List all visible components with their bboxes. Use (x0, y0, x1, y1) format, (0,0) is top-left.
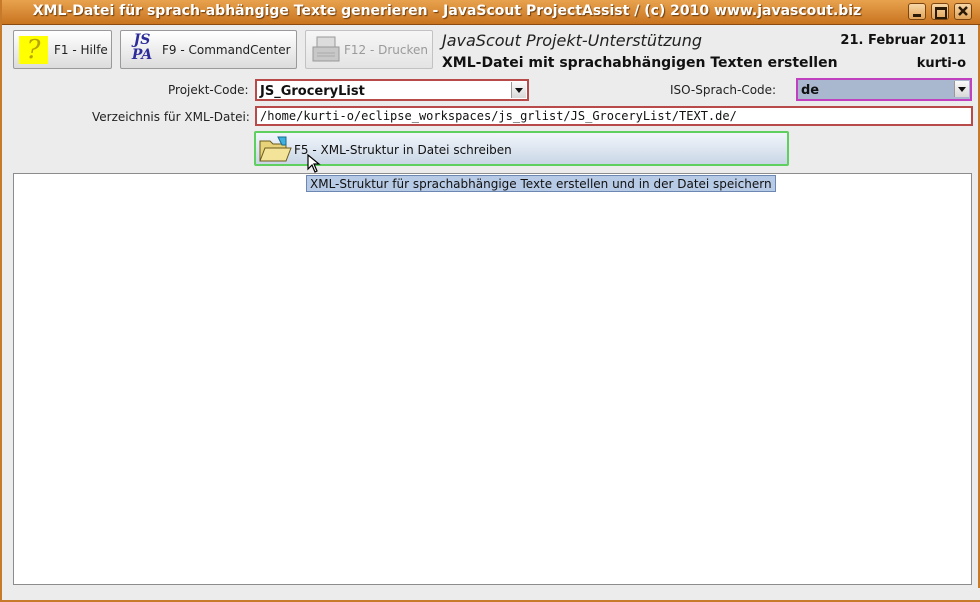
chevron-down-icon[interactable] (511, 82, 526, 98)
date-label: 21. Februar 2011 (840, 33, 966, 48)
project-code-combobox[interactable]: JS_GroceryList (255, 79, 529, 101)
jspa-logo-bottom: PA (131, 47, 153, 63)
commandcenter-button-label: F9 - CommandCenter (162, 43, 291, 57)
output-text-area[interactable] (13, 173, 972, 585)
commandcenter-button[interactable]: JS PA F9 - CommandCenter (120, 30, 297, 69)
printer-icon (312, 36, 340, 62)
write-xml-button[interactable]: F5 - XML-Struktur in Datei schreiben (254, 131, 789, 166)
print-button-label: F12 - Drucken (344, 43, 429, 57)
page-title: XML-Datei mit sprachabhängigen Texten er… (442, 55, 838, 71)
write-xml-tooltip: XML-Struktur für sprachabhängige Texte e… (306, 175, 776, 192)
write-xml-button-label: F5 - XML-Struktur in Datei schreiben (294, 143, 512, 157)
jspa-logo-top: JS (133, 32, 151, 48)
folder-icon (259, 136, 292, 162)
help-button-label: F1 - Hilfe (54, 43, 108, 57)
iso-code-combobox[interactable]: de (796, 78, 972, 101)
title-bar[interactable]: XML-Datei für sprach-abhängige Texte gen… (2, 0, 980, 25)
jspa-logo-icon: JS PA (127, 33, 157, 67)
help-button[interactable]: ? F1 - Hilfe (13, 30, 112, 69)
window-title: XML-Datei für sprach-abhängige Texte gen… (32, 3, 862, 19)
help-icon: ? (19, 36, 48, 64)
chevron-down-icon[interactable] (954, 81, 969, 97)
project-code-value: JS_GroceryList (260, 84, 365, 99)
print-button[interactable]: F12 - Drucken (305, 30, 433, 69)
project-code-label: Projekt-Code: (168, 83, 249, 97)
iso-code-value: de (801, 83, 820, 98)
minimize-icon (913, 14, 921, 17)
application-window: XML-Datei für sprach-abhängige Texte gen… (0, 0, 980, 602)
maximize-icon (935, 7, 947, 19)
maximize-button[interactable] (931, 3, 949, 20)
mouse-cursor-icon (307, 154, 321, 173)
app-name-heading: JavaScout Projekt-Unterstützung (442, 31, 703, 50)
iso-code-label: ISO-Sprach-Code: (670, 83, 777, 97)
directory-label: Verzeichnis für XML-Datei: (92, 110, 250, 124)
close-window-button[interactable] (954, 3, 972, 20)
minimize-button[interactable] (908, 3, 926, 20)
user-label: kurti-o (916, 56, 966, 71)
directory-field[interactable]: /home/kurti-o/eclipse_workspaces/js_grli… (255, 106, 973, 126)
window-bottom-border (4, 588, 980, 600)
close-icon (958, 6, 968, 16)
